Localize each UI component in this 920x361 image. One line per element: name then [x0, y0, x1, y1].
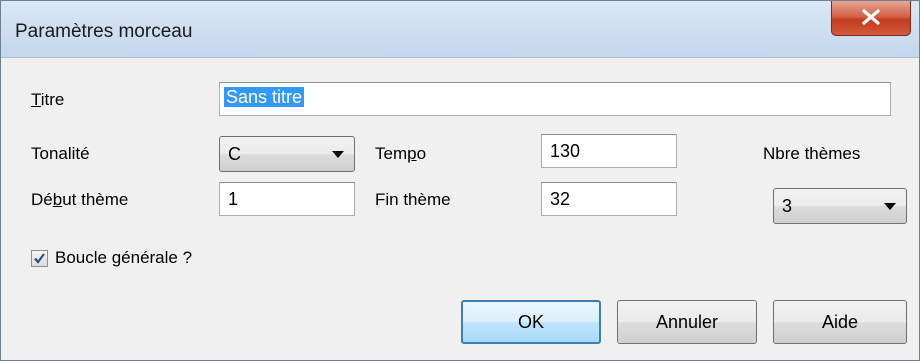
ok-button[interactable]: OK: [461, 300, 601, 344]
dialog-body: Titre Sans titre Tonalité C Tempo 130 Nb…: [3, 58, 917, 358]
titre-value: Sans titre: [224, 87, 305, 107]
close-icon: [862, 9, 880, 25]
nbre-themes-value: 3: [782, 196, 793, 216]
dialog-window: Paramètres morceau Titre Sans titre Tona…: [0, 0, 920, 361]
fin-theme-value: 32: [550, 189, 571, 209]
tonalite-select[interactable]: C: [219, 136, 355, 172]
boucle-generale-checkbox[interactable]: [31, 250, 48, 267]
fin-theme-input[interactable]: 32: [541, 182, 677, 216]
tempo-label: Tempo: [375, 144, 427, 163]
aide-button[interactable]: Aide: [773, 300, 907, 344]
tonalite-label: Tonalité: [31, 144, 90, 163]
titre-input[interactable]: Sans titre: [219, 82, 891, 116]
fin-theme-label: Fin thème: [375, 190, 451, 209]
titre-label: Titre: [31, 90, 65, 109]
chevron-down-icon: [884, 203, 896, 210]
tempo-input[interactable]: 130: [541, 134, 677, 168]
tonalite-value: C: [228, 144, 241, 164]
debut-theme-input[interactable]: 1: [219, 182, 355, 216]
debut-theme-label: Début thème: [31, 190, 129, 209]
annuler-button[interactable]: Annuler: [617, 300, 757, 344]
debut-theme-value: 1: [228, 189, 239, 209]
close-button[interactable]: [831, 1, 911, 36]
nbre-themes-label: Nbre thèmes: [763, 144, 861, 163]
nbre-themes-select[interactable]: 3: [773, 188, 907, 224]
checkmark-icon: [34, 253, 45, 264]
boucle-generale-label[interactable]: Boucle générale ?: [55, 248, 192, 268]
chevron-down-icon: [332, 151, 344, 158]
dialog-title: Paramètres morceau: [15, 21, 193, 42]
tempo-value: 130: [550, 141, 581, 161]
title-bar[interactable]: Paramètres morceau: [1, 1, 919, 58]
